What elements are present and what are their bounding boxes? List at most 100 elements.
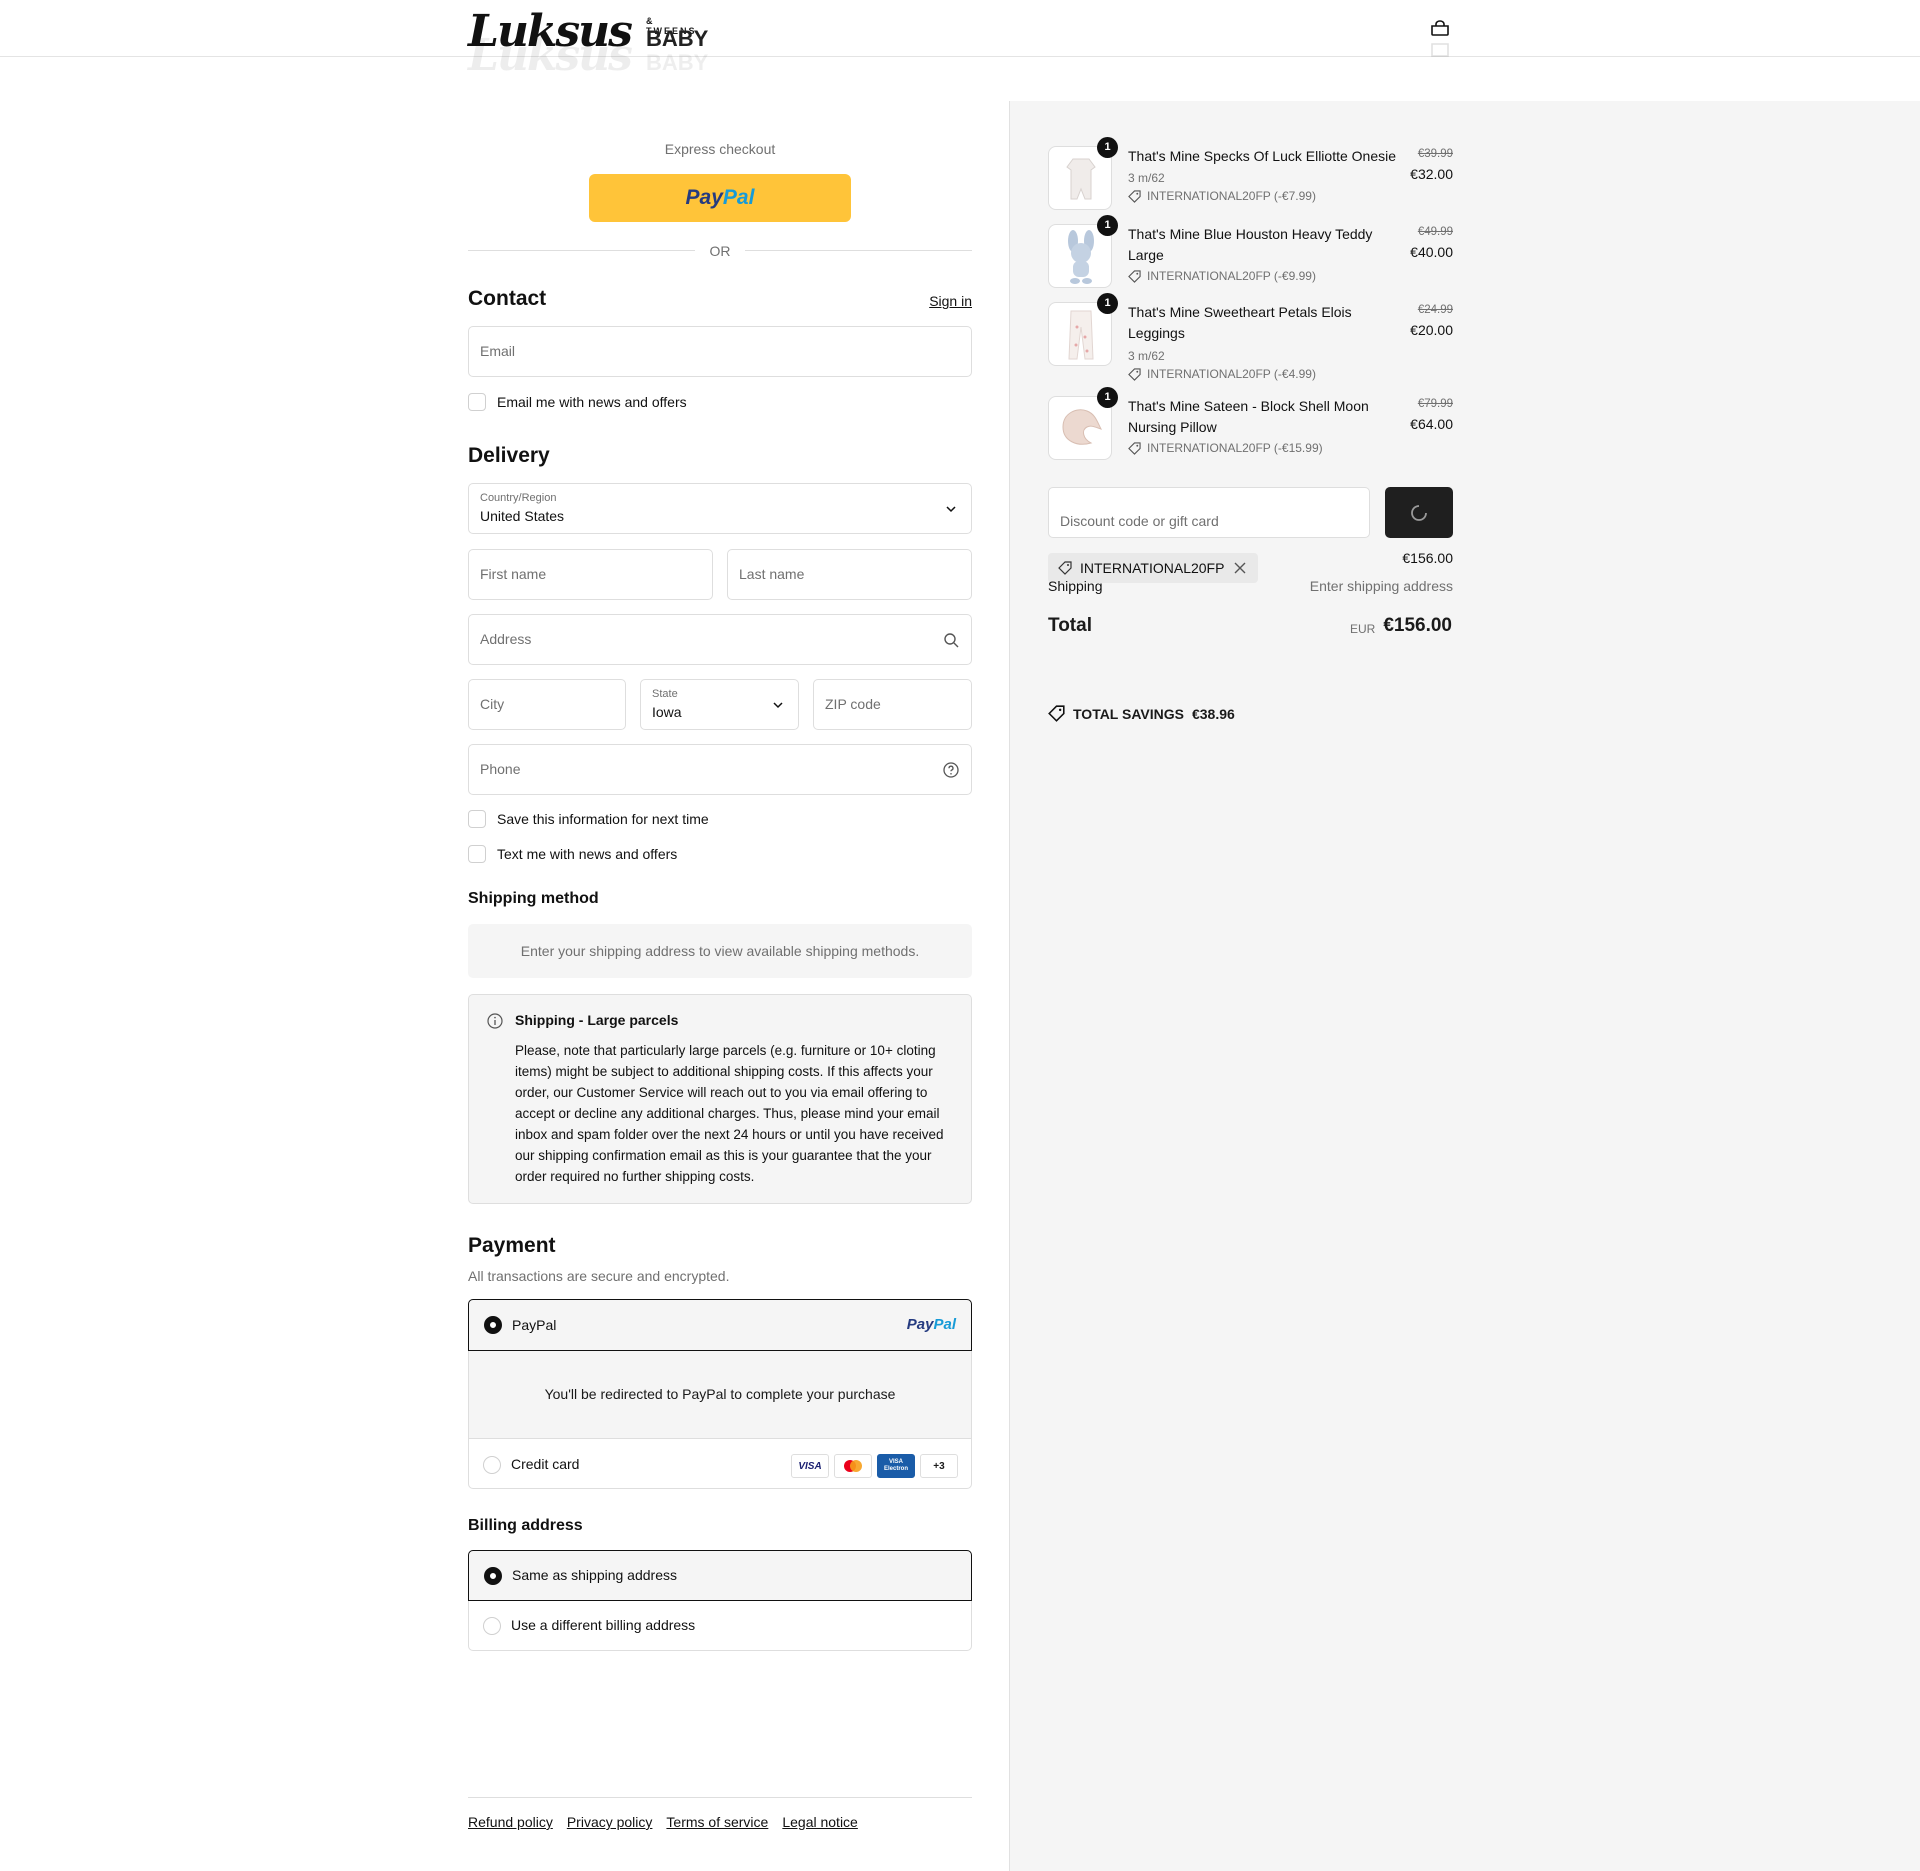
contact-heading: Contact [468, 287, 547, 310]
zip-placeholder: ZIP code [825, 696, 881, 712]
product-name: That's Mine Sateen - Block Shell Moon Nu… [1128, 398, 1369, 435]
store-logo[interactable]: Luksus Luksus & TWEENS BABY BABY [468, 6, 709, 81]
billing-options: Same as shipping address Use a different… [468, 1550, 972, 1651]
notice-title: Shipping - Large parcels [515, 1012, 679, 1028]
footer-links: Refund policy Privacy policy Terms of se… [468, 1814, 858, 1830]
sign-in-link[interactable]: Sign in [929, 293, 972, 309]
info-icon [487, 1013, 503, 1029]
text-news-label: Text me with news and offers [497, 846, 678, 862]
quantity-badge: 1 [1097, 387, 1118, 408]
payment-subtitle: All transactions are secure and encrypte… [468, 1268, 730, 1284]
product-name: That's Mine Specks Of Luck Elliotte Ones… [1128, 148, 1397, 164]
tag-icon [1128, 269, 1141, 283]
original-price: €39.99 [1417, 148, 1453, 160]
shipping-methods-placeholder: Enter your shipping address to view avai… [468, 924, 972, 978]
terms-of-service-link[interactable]: Terms of service [666, 1814, 768, 1830]
search-icon [944, 633, 959, 648]
cart-item: 1 That's Mine Sateen - Block Shell Moon … [1048, 387, 1453, 462]
state-select[interactable]: State Iowa [640, 679, 799, 730]
paypal-express-button[interactable]: PayPal [589, 174, 851, 222]
cart-item: 1 That's Mine Specks Of Luck Elliotte On… [1048, 137, 1453, 212]
product-discount: INTERNATIONAL20FP (-€4.99) [1128, 367, 1316, 381]
quantity-badge: 1 [1097, 293, 1118, 314]
first-name-placeholder: First name [480, 566, 547, 582]
billing-heading: Billing address [468, 1517, 583, 1534]
delivery-heading: Delivery [468, 444, 550, 467]
privacy-policy-link[interactable]: Privacy policy [567, 1814, 653, 1830]
original-price: €49.99 [1417, 226, 1453, 238]
state-value: Iowa [652, 704, 682, 720]
cart-item: 1 That's Mine Blue Houston Heavy Teddy L… [1048, 215, 1453, 290]
product-name: That's Mine Blue Houston Heavy Teddy Lar… [1128, 226, 1373, 263]
address-field[interactable]: Address [468, 614, 972, 665]
last-name-field[interactable]: Last name [727, 549, 972, 600]
same-billing-radio[interactable] [484, 1567, 502, 1585]
legal-notice-link[interactable]: Legal notice [782, 1814, 858, 1830]
logo-script-reflection: Luksus [468, 30, 633, 81]
product-discount: INTERNATIONAL20FP (-€9.99) [1128, 269, 1316, 283]
payment-methods: PayPal PayPal You'll be redirected to Pa… [468, 1299, 972, 1489]
item-price: €32.00 [1410, 166, 1453, 182]
phone-placeholder: Phone [480, 761, 521, 777]
tag-icon [1128, 189, 1141, 203]
shopping-bag-reflection-icon [1431, 43, 1449, 57]
original-price: €24.99 [1417, 304, 1453, 316]
help-icon[interactable] [943, 762, 959, 778]
paypal-option[interactable]: PayPal PayPal [468, 1299, 972, 1351]
shipping-label: Shipping [1048, 578, 1103, 594]
discount-code-input[interactable]: Discount code or gift card [1048, 487, 1370, 538]
more-cards-badge: +3 [920, 1454, 958, 1478]
email-field[interactable]: Email [468, 326, 972, 377]
large-parcels-notice: Shipping - Large parcels Please, note th… [468, 994, 972, 1204]
text-news-checkbox[interactable] [468, 845, 486, 863]
paypal-logo: PayPal [906, 1316, 956, 1333]
quantity-badge: 1 [1097, 137, 1118, 158]
credit-card-radio[interactable] [483, 1456, 501, 1474]
product-name: That's Mine Sweetheart Petals Elois Legg… [1128, 304, 1352, 341]
item-price: €40.00 [1410, 244, 1453, 260]
total-savings: TOTAL SAVINGS €38.96 [1048, 705, 1235, 722]
paypal-radio[interactable] [484, 1316, 502, 1334]
tag-icon [1048, 705, 1065, 722]
zip-field[interactable]: ZIP code [813, 679, 972, 730]
loading-spinner-icon [1411, 505, 1427, 521]
apply-discount-button[interactable] [1385, 487, 1453, 538]
savings-value: €38.96 [1191, 705, 1235, 722]
applied-code-label: INTERNATIONAL20FP [1080, 560, 1225, 576]
email-news-label: Email me with news and offers [497, 394, 687, 410]
first-name-field[interactable]: First name [468, 549, 713, 600]
or-divider: OR [468, 241, 972, 261]
credit-card-label: Credit card [511, 1456, 580, 1472]
chevron-down-icon [946, 506, 956, 513]
city-field[interactable]: City [468, 679, 626, 730]
product-discount: INTERNATIONAL20FP (-€15.99) [1128, 441, 1323, 455]
credit-card-option[interactable]: Credit card VISA VISA Electron +3 [469, 1440, 973, 1490]
email-news-option[interactable]: Email me with news and offers [468, 393, 687, 411]
tag-icon [1128, 367, 1141, 381]
same-billing-option[interactable]: Same as shipping address [468, 1550, 972, 1601]
discount-placeholder: Discount code or gift card [1060, 513, 1219, 529]
item-price: €20.00 [1410, 322, 1453, 338]
save-info-checkbox[interactable] [468, 810, 486, 828]
logo-baby-text: BABY [646, 26, 709, 51]
savings-label: TOTAL SAVINGS [1073, 705, 1184, 722]
text-news-option[interactable]: Text me with news and offers [468, 845, 677, 863]
item-price: €64.00 [1410, 416, 1453, 432]
email-news-checkbox[interactable] [468, 393, 486, 411]
total-label: Total [1048, 615, 1092, 636]
tag-icon [1128, 441, 1141, 455]
save-info-option[interactable]: Save this information for next time [468, 810, 709, 828]
country-select[interactable]: Country/Region United States [468, 483, 972, 534]
refund-policy-link[interactable]: Refund policy [468, 1814, 553, 1830]
shopping-bag-icon[interactable] [1430, 20, 1450, 36]
footer-divider [468, 1797, 972, 1798]
paypal-option-label: PayPal [512, 1317, 557, 1333]
phone-field[interactable]: Phone [468, 744, 972, 795]
tag-icon [1058, 561, 1072, 575]
different-billing-option[interactable]: Use a different billing address [469, 1601, 973, 1651]
remove-discount-icon[interactable] [1234, 562, 1246, 574]
payment-heading: Payment [468, 1234, 556, 1257]
product-variant: 3 m/62 [1128, 349, 1165, 363]
different-billing-radio[interactable] [483, 1617, 501, 1635]
subtotal-value: €156.00 [1402, 550, 1453, 566]
